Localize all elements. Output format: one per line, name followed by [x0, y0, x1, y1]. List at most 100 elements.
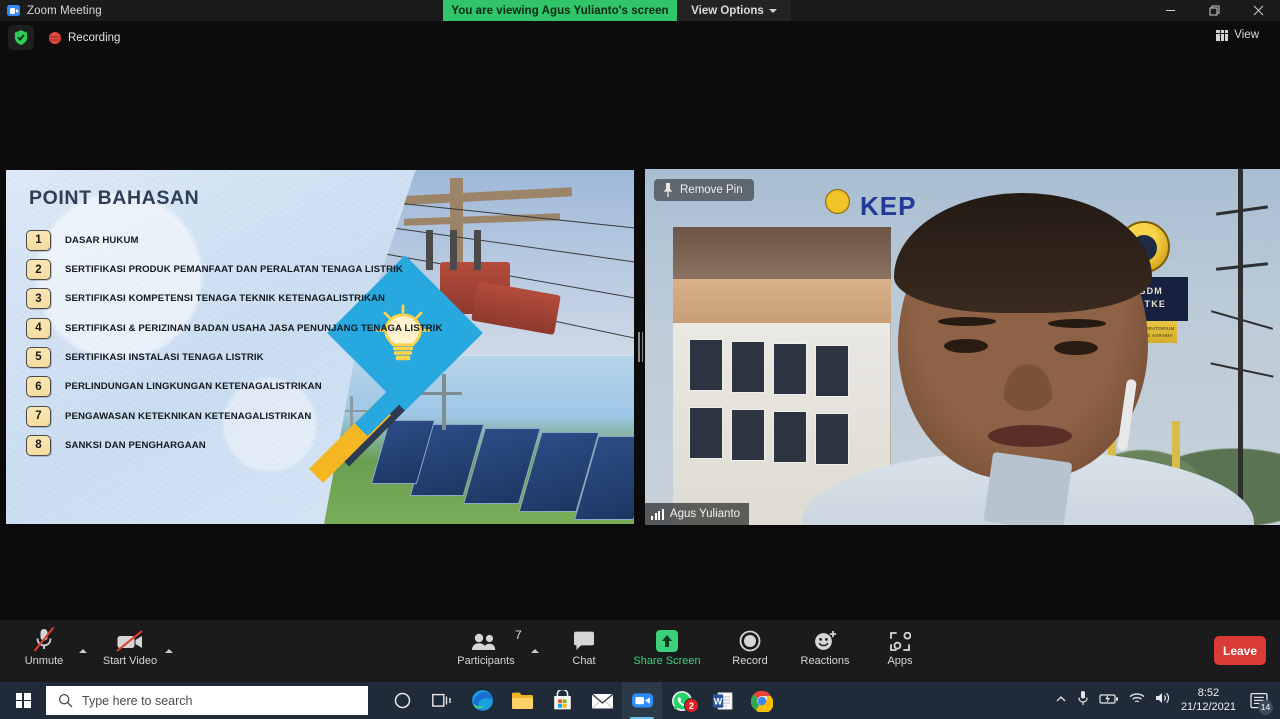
clock-time: 8:52 — [1197, 686, 1220, 699]
speaker-silhouette — [802, 193, 1254, 525]
speaker-mouth — [988, 425, 1072, 447]
title-bar-left: Zoom Meeting — [0, 5, 102, 17]
record-button[interactable]: Record — [714, 626, 786, 676]
apps-icon — [889, 626, 911, 652]
task-view-icon[interactable] — [422, 682, 462, 719]
shield-check-icon[interactable] — [8, 25, 34, 50]
zoom-meeting-window: Zoom Meeting You are viewing Agus Yulian… — [0, 0, 1280, 719]
search-placeholder: Type here to search — [82, 693, 193, 708]
close-button[interactable] — [1236, 0, 1280, 21]
recording-status[interactable]: Recording — [42, 29, 127, 47]
leave-button[interactable]: Leave — [1214, 636, 1266, 665]
view-layout-button[interactable]: View — [1209, 26, 1266, 44]
panel-divider-handle[interactable] — [636, 169, 645, 525]
mute-label: Unmute — [24, 655, 64, 667]
windows-taskbar: Type here to search 2 W 8:52 21/12/2021 … — [0, 682, 1280, 719]
participant-name: Agus Yulianto — [669, 508, 741, 520]
point-number: 5 — [26, 346, 51, 368]
point-text: PERLINDUNGAN LINGKUNGAN KETENAGALISTRIKA… — [65, 381, 322, 393]
maximize-restore-button[interactable] — [1192, 0, 1236, 21]
mail-icon[interactable] — [582, 682, 622, 719]
tray-battery-icon[interactable] — [1099, 692, 1119, 710]
edge-icon[interactable] — [462, 682, 502, 719]
chat-button[interactable]: Chat — [548, 626, 620, 676]
apps-label: Apps — [887, 655, 913, 667]
shared-screen-slide[interactable]: POINT BAHASAN 1 DASAR HUKUM 2 SERTIFIKAS… — [5, 169, 635, 525]
mute-button[interactable]: Unmute — [8, 626, 80, 676]
apps-button[interactable]: Apps — [864, 626, 936, 676]
point-text: SANKSI DAN PENGHARGAAN — [65, 439, 206, 451]
utility-pole — [1210, 169, 1274, 525]
speaker-nose — [1000, 359, 1056, 411]
slide-points-list: 1 DASAR HUKUM 2 SERTIFIKASI PRODUK PEMAN… — [26, 229, 466, 463]
meeting-toolbar: Unmute Start Video 7 Participants Chat S… — [0, 620, 1280, 682]
file-explorer-icon[interactable] — [502, 682, 542, 719]
svg-text:W: W — [713, 696, 722, 706]
action-center-icon[interactable]: 14 — [1246, 688, 1273, 715]
view-label: View — [1234, 29, 1259, 41]
audio-options-chevron[interactable] — [76, 644, 90, 658]
remove-pin-button[interactable]: Remove Pin — [654, 179, 754, 201]
list-item: 8 SANKSI DAN PENGHARGAAN — [26, 434, 466, 457]
tray-microphone-icon[interactable] — [1077, 690, 1089, 711]
speaker-video-tile[interactable]: KEP PPSDM KEBTKE KANTOR — [645, 169, 1280, 525]
meeting-stage: POINT BAHASAN 1 DASAR HUKUM 2 SERTIFIKAS… — [0, 54, 1280, 620]
share-screen-button[interactable]: Share Screen — [624, 626, 710, 676]
speaker-hair — [894, 193, 1152, 313]
minimize-button[interactable] — [1148, 0, 1192, 21]
recording-dot-icon — [49, 31, 61, 44]
point-number: 6 — [26, 376, 51, 398]
point-text: PENGAWASAN KETEKNIKAN KETENAGALISTRIKAN — [65, 410, 312, 422]
start-video-button[interactable]: Start Video — [94, 626, 166, 676]
participants-count: 7 — [515, 628, 522, 642]
record-label: Record — [732, 655, 768, 667]
chevron-down-icon — [768, 8, 777, 13]
view-options-button[interactable]: View Options — [677, 0, 791, 21]
participants-button[interactable]: 7 Participants — [450, 626, 522, 676]
chrome-icon[interactable] — [742, 682, 782, 719]
tray-chevron-icon[interactable] — [1055, 692, 1067, 710]
point-text: SERTIFIKASI PRODUK PEMANFAAT DAN PERALAT… — [65, 264, 403, 276]
zoom-icon[interactable] — [622, 682, 662, 719]
taskbar-clock[interactable]: 8:52 21/12/2021 — [1181, 687, 1236, 715]
point-number: 8 — [26, 434, 51, 456]
window-controls — [1148, 0, 1280, 21]
video-options-chevron[interactable] — [162, 644, 176, 658]
participants-options-chevron[interactable] — [528, 644, 542, 658]
word-icon[interactable]: W — [702, 682, 742, 719]
list-item: 5 SERTIFIKASI INSTALASI TENAGA LISTRIK — [26, 346, 466, 369]
system-tray: 8:52 21/12/2021 14 — [1055, 687, 1280, 715]
tray-wifi-icon[interactable] — [1129, 692, 1145, 710]
cortana-icon[interactable] — [382, 682, 422, 719]
participant-name-bar: Agus Yulianto — [645, 503, 750, 525]
view-options-label: View Options — [691, 4, 764, 17]
chevron-up-icon — [531, 649, 539, 653]
windows-start-icon[interactable] — [0, 682, 46, 719]
reactions-button[interactable]: Reactions — [789, 626, 861, 676]
clock-date: 21/12/2021 — [1180, 700, 1236, 713]
point-number: 4 — [26, 317, 51, 339]
microsoft-store-icon[interactable] — [542, 682, 582, 719]
pin-icon — [663, 183, 673, 197]
point-text: SERTIFIKASI & PERIZINAN BADAN USAHA JASA… — [65, 322, 443, 334]
reactions-smiley-icon — [813, 626, 837, 652]
share-screen-icon — [656, 626, 678, 652]
record-circle-icon — [739, 626, 761, 652]
point-text: SERTIFIKASI KOMPETENSI TENAGA TEKNIK KET… — [65, 293, 386, 305]
chat-bubble-icon — [573, 626, 595, 652]
whatsapp-icon[interactable]: 2 — [662, 682, 702, 719]
list-item: 1 DASAR HUKUM — [26, 229, 466, 252]
chevron-up-icon — [165, 649, 173, 653]
title-bar: Zoom Meeting You are viewing Agus Yulian… — [0, 0, 1280, 21]
building-band — [673, 279, 891, 323]
recording-label: Recording — [68, 31, 121, 44]
list-item: 6 PERLINDUNGAN LINGKUNGAN KETENAGALISTRI… — [26, 375, 466, 398]
search-input[interactable]: Type here to search — [46, 686, 368, 715]
zoom-logo-icon — [7, 5, 20, 16]
reactions-label: Reactions — [800, 655, 850, 667]
viewing-screen-banner: You are viewing Agus Yulianto's screen — [443, 0, 677, 21]
notification-count: 14 — [1258, 699, 1273, 715]
search-icon — [58, 693, 73, 708]
tray-volume-icon[interactable] — [1155, 691, 1171, 710]
point-text: DASAR HUKUM — [65, 234, 139, 246]
